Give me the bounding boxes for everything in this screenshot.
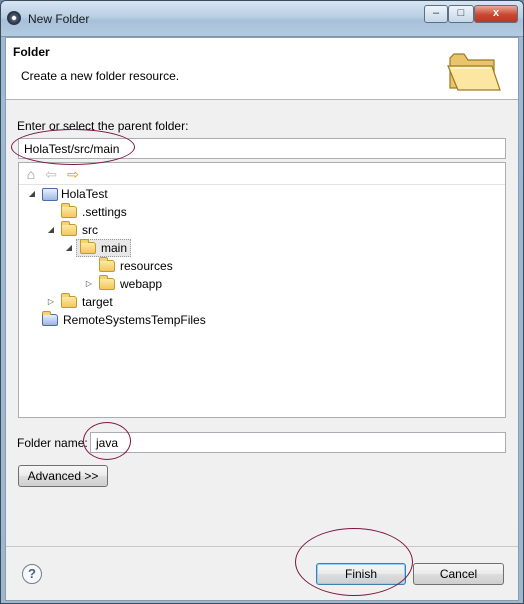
folder-name-input[interactable]: java — [90, 432, 506, 453]
eclipse-app-icon — [7, 11, 21, 25]
tree-item-main[interactable]: ◢ main — [19, 239, 505, 257]
tree-item-label: src — [82, 223, 98, 237]
tree-item-resources[interactable]: resources — [19, 257, 505, 275]
tree-item-label: target — [82, 295, 113, 309]
close-button[interactable]: x — [474, 5, 518, 23]
advanced-button[interactable]: Advanced >> — [18, 465, 108, 487]
project-folder-icon — [42, 311, 58, 326]
footer-separator — [6, 546, 518, 547]
wizard-banner: Folder Create a new folder resource. — [6, 38, 518, 100]
new-folder-dialog: New Folder – □ x Folder Create a new fol… — [0, 0, 524, 604]
tree-item-label: RemoteSystemsTempFiles — [63, 313, 206, 327]
expand-toggle-icon[interactable]: ◢ — [46, 221, 56, 239]
help-icon[interactable]: ? — [22, 564, 42, 584]
forward-arrow-icon[interactable]: ⇨ — [65, 166, 81, 182]
banner-title: Folder — [13, 45, 50, 59]
folder-name-label: Folder name: — [17, 436, 88, 450]
tree-item-remotesystemstempfiles[interactable]: RemoteSystemsTempFiles — [19, 311, 505, 329]
window-title: New Folder — [28, 12, 90, 26]
title-bar[interactable]: New Folder – □ x — [1, 1, 523, 37]
collapse-toggle-icon[interactable]: ▷ — [46, 293, 56, 311]
cancel-button[interactable]: Cancel — [413, 563, 504, 585]
tree-item-src[interactable]: ◢ src — [19, 221, 505, 239]
folder-icon — [61, 293, 77, 308]
maximize-button[interactable]: □ — [448, 5, 474, 23]
tree-item-holatest[interactable]: ◢ HolaTest — [19, 185, 505, 203]
folder-icon — [80, 239, 96, 254]
tree-toolbar: ⌂ ⇦ ⇨ — [19, 163, 505, 185]
expand-toggle-icon[interactable]: ◢ — [64, 239, 74, 257]
folder-icon — [61, 221, 77, 236]
collapse-toggle-icon[interactable]: ▷ — [84, 275, 94, 293]
tree-item-label: .settings — [82, 205, 127, 219]
tree-item-label: resources — [120, 259, 173, 273]
folder-tree[interactable]: ⌂ ⇦ ⇨ ◢ HolaTest .settings ◢ src ◢ main … — [18, 162, 506, 418]
tree-item-label: main — [101, 241, 128, 255]
tree-item-label: webapp — [120, 277, 163, 291]
folder-wizard-icon — [447, 53, 501, 91]
banner-description: Create a new folder resource. — [21, 69, 180, 83]
finish-button[interactable]: Finish — [316, 563, 406, 585]
folder-icon — [61, 203, 77, 218]
back-arrow-icon[interactable]: ⇦ — [43, 166, 59, 182]
minimize-button[interactable]: – — [424, 5, 448, 23]
tree-item-target[interactable]: ▷ target — [19, 293, 505, 311]
folder-icon — [99, 257, 115, 272]
home-icon[interactable]: ⌂ — [23, 166, 39, 182]
dialog-body: Folder Create a new folder resource. Ent… — [5, 37, 519, 601]
parent-folder-label: Enter or select the parent folder: — [17, 119, 189, 133]
parent-folder-input[interactable]: HolaTest/src/main — [18, 138, 506, 159]
folder-icon — [99, 275, 115, 290]
expand-toggle-icon[interactable]: ◢ — [27, 185, 37, 203]
project-icon — [42, 188, 58, 201]
tree-item-label: HolaTest — [61, 187, 108, 201]
tree-item-webapp[interactable]: ▷ webapp — [19, 275, 505, 293]
tree-item-settings[interactable]: .settings — [19, 203, 505, 221]
